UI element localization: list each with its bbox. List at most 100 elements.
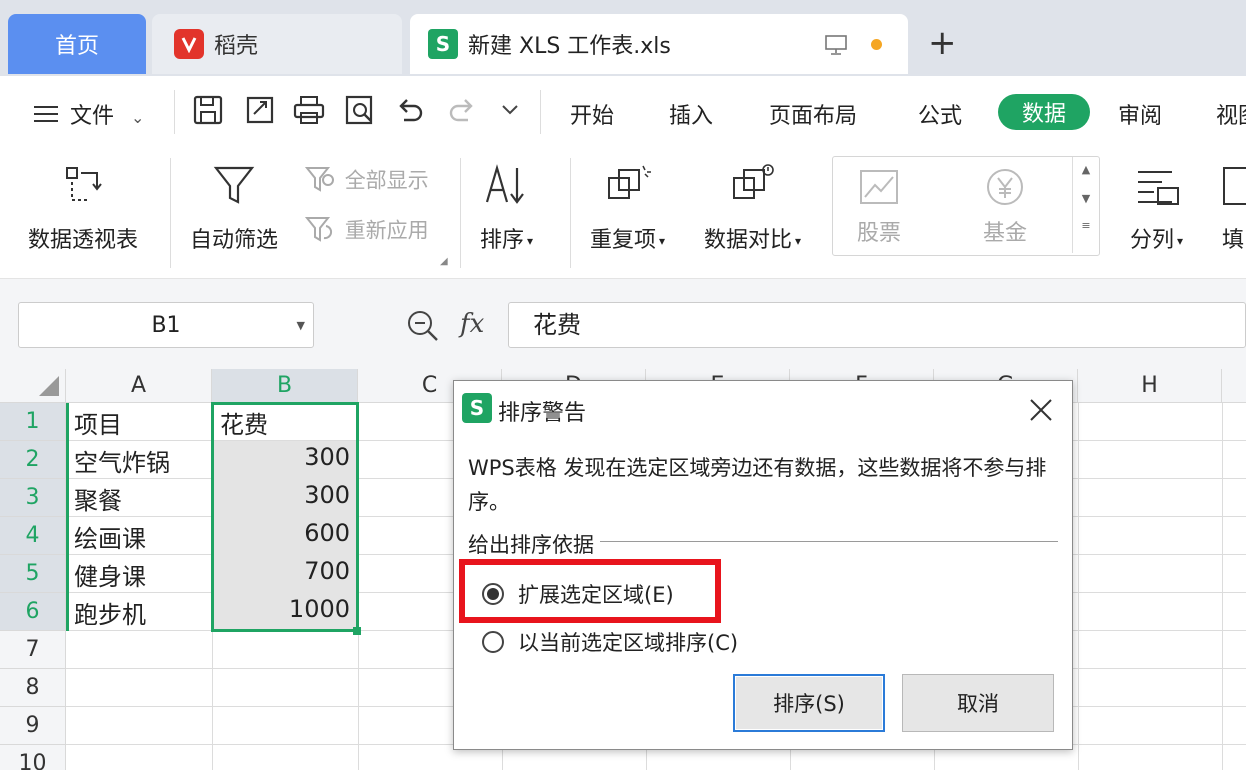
tab-file-label: 新建 XLS 工作表.xls [468, 34, 671, 59]
split-column-button[interactable]: 分列 ▾ [1130, 164, 1183, 254]
row-header-2[interactable]: 2 [0, 441, 66, 479]
gallery-scroll[interactable]: ▲ ▼ ≡ [1072, 157, 1099, 253]
funds-button[interactable]: 基金 [983, 167, 1027, 247]
chevron-down-icon: ⌄ [131, 108, 145, 127]
fx-icon[interactable]: fx [460, 309, 484, 339]
menu-review[interactable]: 审阅 [1118, 98, 1162, 130]
tab-home[interactable]: 首页 [8, 14, 146, 74]
col-header-b[interactable]: B [212, 369, 358, 403]
save-icon[interactable] [192, 94, 224, 130]
row-header-1[interactable]: 1 [0, 403, 66, 441]
undo-icon[interactable] [394, 94, 426, 130]
show-all-icon [304, 167, 338, 199]
select-all-corner[interactable] [0, 369, 66, 403]
tab-file[interactable]: S 新建 XLS 工作表.xls [410, 14, 908, 74]
sort-button-dialog[interactable]: 排序(S) [733, 674, 885, 732]
row-header-8[interactable]: 8 [0, 669, 66, 707]
redo-icon[interactable] [446, 94, 478, 130]
reapply-label: 重新应用 [344, 218, 429, 243]
dialog-message: WPS表格 发现在选定区域旁边还有数据，这些数据将不参与排序。 [468, 456, 1047, 514]
fill-icon [1218, 167, 1246, 214]
cell-a5[interactable]: 健身课 [68, 557, 152, 592]
stocks-funds-gallery: 股票 基金 ▲ ▼ ≡ [832, 156, 1100, 256]
divider [174, 90, 175, 134]
name-box-dropdown-icon[interactable]: ▼ [297, 303, 305, 349]
export-icon[interactable] [244, 94, 276, 130]
fill-button[interactable]: 填 [1218, 164, 1246, 254]
cell-a3[interactable]: 聚餐 [68, 481, 128, 516]
cell-a2[interactable]: 空气炸锅 [68, 443, 176, 478]
data-compare-button[interactable]: 数据对比 ▾ [704, 164, 801, 254]
pivot-table-button[interactable]: 数据透视表 [28, 164, 138, 254]
divider [570, 158, 571, 268]
row-header-10[interactable]: 10 [0, 745, 66, 770]
menu-start[interactable]: 开始 [570, 98, 614, 130]
radio-unselected-icon [482, 631, 504, 653]
ribbon: 数据透视表 自动筛选 全部显示 重新应用 ◢ 排序 ▾ 重复项 ▾ 数据对比 ▾ 股票… [0, 148, 1246, 279]
wps-sheet-logo-icon: S [462, 393, 492, 423]
sort-icon [481, 164, 533, 214]
row-header-9[interactable]: 9 [0, 707, 66, 745]
col-header-i[interactable] [1222, 369, 1246, 403]
yen-icon [983, 169, 1027, 213]
more-dropdown-icon[interactable] [500, 102, 520, 122]
dialog-title: 排序警告 [498, 401, 587, 426]
monitor-icon[interactable] [824, 34, 848, 62]
reapply-button[interactable]: 重新应用 [304, 214, 429, 249]
menu-page-layout[interactable]: 页面布局 [769, 98, 857, 130]
print-icon[interactable] [292, 94, 326, 130]
scroll-up-icon[interactable]: ▲ [1073, 163, 1099, 176]
divider [460, 158, 461, 268]
cell-a6[interactable]: 跑步机 [68, 595, 152, 630]
menu-insert[interactable]: 插入 [669, 98, 713, 130]
close-icon[interactable] [1028, 387, 1054, 432]
current-selection-label: 以当前选定区域排序(C) [518, 631, 739, 655]
sort-label: 排序 ▾ [480, 228, 534, 253]
filter-icon [210, 166, 258, 214]
tab-daoke-label: 稻壳 [214, 34, 259, 59]
sort-button[interactable]: 排序 ▾ [480, 164, 533, 254]
autofilter-button[interactable]: 自动筛选 [190, 164, 278, 254]
menu-formula[interactable]: 公式 [918, 98, 962, 130]
show-all-button[interactable]: 全部显示 [304, 164, 429, 199]
formula-input[interactable]: 花费 [508, 302, 1246, 348]
row-header-6[interactable]: 6 [0, 593, 66, 631]
print-preview-icon[interactable] [344, 94, 376, 130]
col-header-h[interactable]: H [1078, 369, 1222, 403]
col-header-a[interactable]: A [66, 369, 212, 403]
pivot-table-label: 数据透视表 [28, 228, 139, 253]
scroll-down-icon[interactable]: ▼ [1073, 192, 1099, 205]
split-column-icon [1132, 171, 1182, 214]
duplicates-button[interactable]: 重复项 ▾ [590, 164, 665, 254]
row-header-3[interactable]: 3 [0, 479, 66, 517]
daoke-logo-icon [174, 29, 204, 59]
menu-data[interactable]: 数据 [998, 94, 1090, 130]
fill-handle[interactable] [353, 627, 361, 635]
stocks-button[interactable]: 股票 [857, 167, 901, 247]
row-header-7[interactable]: 7 [0, 631, 66, 669]
cell-a4[interactable]: 绘画课 [68, 519, 152, 554]
name-box[interactable]: B1 ▼ [18, 302, 314, 348]
tab-daoke[interactable]: 稻壳 [152, 14, 402, 74]
name-box-value: B1 [151, 313, 181, 338]
fill-label: 填 [1221, 228, 1244, 253]
menu-view[interactable]: 视图 [1216, 98, 1246, 130]
grid-line [1078, 403, 1079, 770]
new-tab-button[interactable]: + [928, 26, 957, 60]
file-menu[interactable]: 文件 ⌄ [32, 98, 144, 130]
sort-warning-dialog: S 排序警告 WPS表格 发现在选定区域旁边还有数据，这些数据将不参与排序。 给… [453, 380, 1073, 750]
show-all-label: 全部显示 [344, 168, 429, 193]
zoom-search-icon[interactable] [406, 309, 440, 347]
cell-a1[interactable]: 项目 [68, 405, 128, 440]
row-header-4[interactable]: 4 [0, 517, 66, 555]
dialog-launcher-icon[interactable]: ◢ [440, 256, 448, 267]
wps-sheet-logo-icon: S [428, 29, 458, 59]
cancel-button[interactable]: 取消 [902, 674, 1054, 732]
row-header-5[interactable]: 5 [0, 555, 66, 593]
current-selection-radio[interactable]: 以当前选定区域排序(C) [482, 627, 738, 657]
funds-label: 基金 [983, 221, 1028, 246]
duplicates-icon [603, 165, 653, 214]
tab-home-label: 首页 [54, 34, 99, 59]
duplicates-label: 重复项 ▾ [590, 228, 666, 253]
expand-gallery-icon[interactable]: ≡ [1073, 219, 1099, 232]
